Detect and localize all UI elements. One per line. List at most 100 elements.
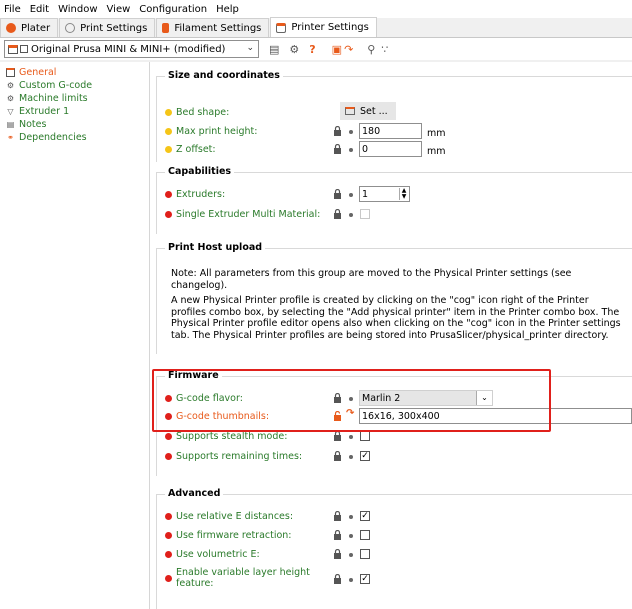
lock-icon[interactable]	[333, 208, 342, 219]
menu-window[interactable]: Window	[58, 4, 97, 15]
volumetric-e-label: Use volumetric E:	[176, 548, 260, 560]
variable-layer-checkbox[interactable]: ✓	[360, 574, 370, 584]
system-value-dot	[349, 148, 353, 152]
expert-mode-dot	[165, 550, 172, 558]
expert-mode-dot	[165, 432, 172, 440]
expert-mode-dot	[165, 190, 172, 198]
highlight-box	[152, 369, 551, 432]
expert-mode-dot	[165, 574, 172, 582]
max-height-row: Max print height:	[165, 123, 257, 139]
tab-plater[interactable]: Plater	[0, 18, 59, 37]
sidebar-item-machine-limits[interactable]: ⚙ Machine limits	[0, 92, 149, 105]
stealth-checkbox[interactable]	[360, 431, 370, 441]
tab-printer-settings[interactable]: Printer Settings	[270, 17, 377, 37]
save-preset-icon[interactable]: ▤	[269, 43, 279, 56]
lock-icon[interactable]	[333, 548, 342, 559]
variable-layer-label: Enable variable layer height feature:	[176, 567, 310, 589]
group-title: Capabilities	[165, 166, 235, 177]
volumetric-e-checkbox[interactable]	[360, 549, 370, 559]
extruders-value: 1	[362, 188, 369, 200]
max-height-value: 180	[362, 125, 381, 137]
extruders-label: Extruders:	[176, 188, 226, 200]
lock-icon[interactable]	[333, 573, 342, 584]
chevron-down-icon: ⌄	[246, 43, 254, 53]
bed-shape-set-button[interactable]: Set ...	[340, 102, 396, 120]
settings-panel: Size and coordinates Bed shape: Set ... …	[150, 62, 632, 609]
simple-mode-dot	[165, 145, 172, 153]
question-icon[interactable]: ?	[309, 43, 315, 56]
simple-mode-dot	[165, 127, 172, 135]
sidebar-item-label: Dependencies	[19, 132, 87, 143]
sidebar-item-general[interactable]: General	[0, 66, 149, 79]
search-icon[interactable]: ⚲	[367, 43, 375, 56]
undo-icon[interactable]: ↷	[344, 43, 353, 56]
firmware-retraction-row: Use firmware retraction:	[165, 527, 292, 543]
z-offset-row: Z offset:	[165, 141, 216, 157]
group-print-host: Print Host upload Note: All parameters f…	[156, 242, 632, 354]
lock-icon	[20, 45, 28, 53]
tab-print-settings[interactable]: Print Settings	[59, 18, 156, 37]
unlock-icon[interactable]: ▣	[332, 43, 342, 56]
simple-mode-dot	[165, 108, 172, 116]
tab-plater-label: Plater	[21, 22, 51, 34]
lock-icon[interactable]	[333, 430, 342, 441]
lock-icon[interactable]	[333, 143, 342, 154]
variable-layer-label-line1: Enable variable layer height	[176, 567, 310, 578]
firmware-retraction-label: Use firmware retraction:	[176, 529, 292, 541]
group-capabilities: Capabilities Extruders: 1 ▲ ▼ Single Extr…	[156, 166, 632, 234]
stealth-label: Supports stealth mode:	[176, 430, 288, 442]
printer-icon	[6, 68, 15, 77]
menu-file[interactable]: File	[4, 4, 21, 15]
lock-icon[interactable]	[333, 510, 342, 521]
preset-toolbar: Original Prusa MINI & MINI+ (modified) ⌄…	[0, 38, 632, 60]
sidebar-item-custom-gcode[interactable]: ⚙ Custom G-code	[0, 79, 149, 92]
firmware-retraction-checkbox[interactable]	[360, 530, 370, 540]
set-button-label: Set ...	[360, 105, 388, 117]
compare-icon[interactable]: ∵	[381, 43, 388, 56]
menu-configuration[interactable]: Configuration	[139, 4, 207, 15]
menu-edit[interactable]: Edit	[30, 4, 49, 15]
variable-layer-label-line2: feature:	[176, 578, 214, 589]
sidebar-item-extruder-1[interactable]: ▽ Extruder 1	[0, 105, 149, 118]
max-height-input[interactable]: 180	[359, 123, 422, 139]
semm-row: Single Extruder Multi Material:	[165, 206, 320, 222]
sidebar-item-label: General	[19, 67, 57, 78]
lock-icon[interactable]	[333, 125, 342, 136]
gear-icon: ⚙	[6, 94, 15, 103]
menu-view[interactable]: View	[107, 4, 131, 15]
remaining-times-checkbox[interactable]: ✓	[360, 451, 370, 461]
printer-preset-combo[interactable]: Original Prusa MINI & MINI+ (modified) ⌄	[4, 40, 259, 58]
group-size-coordinates: Size and coordinates Bed shape: Set ... …	[156, 70, 632, 162]
semm-label: Single Extruder Multi Material:	[176, 208, 321, 220]
spin-arrows-icon[interactable]: ▲ ▼	[399, 188, 408, 200]
settings-page-list: General ⚙ Custom G-code ⚙ Machine limits…	[0, 62, 150, 609]
lock-icon[interactable]	[333, 529, 342, 540]
system-value-dot	[349, 578, 353, 582]
sidebar-item-notes[interactable]: ▤ Notes	[0, 118, 149, 131]
lock-icon[interactable]	[333, 188, 342, 199]
bed-shape-row: Bed shape:	[165, 104, 229, 120]
remaining-times-label: Supports remaining times:	[176, 450, 303, 462]
relative-e-checkbox[interactable]: ✓	[360, 511, 370, 521]
system-value-dot	[349, 515, 353, 519]
spool-icon	[162, 23, 170, 33]
extruders-row: Extruders:	[165, 186, 225, 202]
printer-icon	[345, 107, 355, 115]
printer-icon	[8, 44, 18, 54]
remaining-times-row: Supports remaining times:	[165, 448, 302, 464]
menu-help[interactable]: Help	[216, 4, 239, 15]
funnel-icon: ▽	[7, 107, 14, 116]
sidebar-item-dependencies[interactable]: ⚭ Dependencies	[0, 131, 149, 144]
printer-icon	[276, 22, 287, 33]
sidebar-item-label: Extruder 1	[19, 106, 70, 117]
lock-icon[interactable]	[333, 450, 342, 461]
group-title: Size and coordinates	[165, 70, 283, 81]
semm-checkbox[interactable]	[360, 209, 370, 219]
sidebar-item-label: Notes	[19, 119, 47, 130]
extruders-spin-input[interactable]: 1 ▲ ▼	[359, 186, 410, 202]
z-offset-input[interactable]: 0	[359, 141, 422, 157]
tab-filament-settings[interactable]: Filament Settings	[156, 18, 270, 37]
notes-icon: ▤	[6, 120, 15, 129]
cog-icon[interactable]: ⚙	[289, 43, 299, 56]
bed-shape-label: Bed shape:	[176, 106, 230, 118]
